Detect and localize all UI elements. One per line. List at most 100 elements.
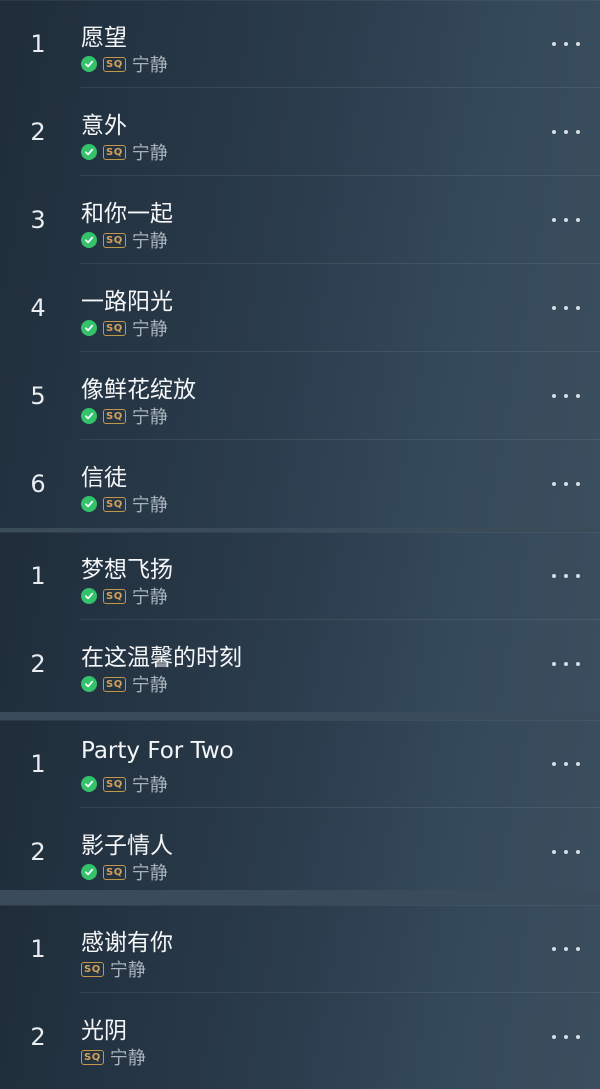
track-index: 1 xyxy=(30,30,46,58)
track-title: 像鲜花绽放 xyxy=(81,377,196,403)
more-options-icon[interactable] xyxy=(552,939,580,959)
track-index: 4 xyxy=(30,294,46,322)
track-meta: SQ 宁静 xyxy=(81,142,168,164)
track-index: 6 xyxy=(30,470,46,498)
track-meta: SQ 宁静 xyxy=(81,54,168,76)
track-index: 2 xyxy=(30,118,46,146)
track-row[interactable]: 1 愿望 SQ 宁静 xyxy=(0,0,600,88)
track-artist: 宁静 xyxy=(131,231,168,252)
sq-quality-badge: SQ xyxy=(103,408,126,424)
sq-quality-badge: SQ xyxy=(103,320,126,336)
track-title: 影子情人 xyxy=(81,833,173,859)
downloaded-check-icon xyxy=(81,232,97,248)
track-title: 梦想飞扬 xyxy=(81,557,173,583)
track-index: 3 xyxy=(30,206,46,234)
track-index: 5 xyxy=(30,382,46,410)
track-meta: SQ 宁静 xyxy=(81,674,168,696)
track-artist: 宁静 xyxy=(131,587,168,608)
more-options-icon[interactable] xyxy=(552,122,580,142)
track-title: 光阴 xyxy=(81,1018,127,1044)
more-options-icon[interactable] xyxy=(552,210,580,230)
track-index: 1 xyxy=(30,562,46,590)
more-options-icon[interactable] xyxy=(552,1027,580,1047)
track-row[interactable]: 5 像鲜花绽放 SQ 宁静 xyxy=(0,352,600,440)
track-artist: 宁静 xyxy=(131,407,168,428)
downloaded-check-icon xyxy=(81,864,97,880)
track-row[interactable]: 2 在这温馨的时刻 SQ 宁静 xyxy=(0,620,600,708)
album-section: 1 梦想飞扬 SQ 宁静 2 在这温馨的时刻 SQ 宁静 xyxy=(0,532,600,712)
downloaded-check-icon xyxy=(81,408,97,424)
sq-quality-badge: SQ xyxy=(103,676,126,692)
sq-quality-badge: SQ xyxy=(103,232,126,248)
sq-quality-badge: SQ xyxy=(103,56,126,72)
track-title: 和你一起 xyxy=(81,201,173,227)
track-title: 愿望 xyxy=(81,25,127,51)
track-row[interactable]: 2 影子情人 SQ 宁静 xyxy=(0,808,600,890)
track-list: 1 愿望 SQ 宁静 2 意外 SQ 宁静 3 和你一起 SQ 宁静 4 一路阳光 SQ 宁静 5 像鲜花绽放 SQ… xyxy=(0,0,600,1089)
downloaded-check-icon xyxy=(81,144,97,160)
more-options-icon[interactable] xyxy=(552,754,580,774)
sq-quality-badge: SQ xyxy=(81,961,104,977)
more-options-icon[interactable] xyxy=(552,298,580,318)
track-title: Party For Two xyxy=(81,738,234,764)
track-title: 一路阳光 xyxy=(81,289,173,315)
sq-quality-badge: SQ xyxy=(103,588,126,604)
track-artist: 宁静 xyxy=(131,675,168,696)
track-index: 1 xyxy=(30,935,46,963)
track-title: 感谢有你 xyxy=(81,930,173,956)
track-index: 1 xyxy=(30,750,46,778)
track-row[interactable]: 3 和你一起 SQ 宁静 xyxy=(0,176,600,264)
sq-quality-badge: SQ xyxy=(81,1049,104,1065)
track-artist: 宁静 xyxy=(109,960,146,981)
track-row[interactable]: 4 一路阳光 SQ 宁静 xyxy=(0,264,600,352)
section-separator xyxy=(0,888,600,905)
album-section: 1 愿望 SQ 宁静 2 意外 SQ 宁静 3 和你一起 SQ 宁静 4 一路阳光 SQ 宁静 5 像鲜花绽放 SQ… xyxy=(0,0,600,528)
more-options-icon[interactable] xyxy=(552,566,580,586)
more-options-icon[interactable] xyxy=(552,474,580,494)
downloaded-check-icon xyxy=(81,496,97,512)
downloaded-check-icon xyxy=(81,588,97,604)
track-meta: SQ 宁静 xyxy=(81,774,168,796)
track-meta: SQ 宁静 xyxy=(81,318,168,340)
track-row[interactable]: 2 意外 SQ 宁静 xyxy=(0,88,600,176)
track-meta: SQ 宁静 xyxy=(81,586,168,608)
track-artist: 宁静 xyxy=(131,55,168,76)
downloaded-check-icon xyxy=(81,320,97,336)
album-section: 1 Party For Two SQ 宁静 2 影子情人 SQ 宁静 xyxy=(0,720,600,890)
sq-quality-badge: SQ xyxy=(103,864,126,880)
track-meta: SQ 宁静 xyxy=(81,230,168,252)
track-artist: 宁静 xyxy=(131,775,168,796)
downloaded-check-icon xyxy=(81,776,97,792)
track-meta: SQ 宁静 xyxy=(81,494,168,516)
track-meta: SQ 宁静 xyxy=(81,862,168,884)
more-options-icon[interactable] xyxy=(552,842,580,862)
track-meta: SQ 宁静 xyxy=(81,959,146,981)
downloaded-check-icon xyxy=(81,56,97,72)
track-meta: SQ 宁静 xyxy=(81,1047,146,1069)
downloaded-check-icon xyxy=(81,676,97,692)
track-row[interactable]: 2 光阴 SQ 宁静 xyxy=(0,993,600,1081)
track-artist: 宁静 xyxy=(131,495,168,516)
track-row[interactable]: 6 信徒 SQ 宁静 xyxy=(0,440,600,528)
track-artist: 宁静 xyxy=(109,1048,146,1069)
sq-quality-badge: SQ xyxy=(103,776,126,792)
sq-quality-badge: SQ xyxy=(103,496,126,512)
track-artist: 宁静 xyxy=(131,319,168,340)
track-meta: SQ 宁静 xyxy=(81,406,168,428)
track-title: 信徒 xyxy=(81,465,127,491)
more-options-icon[interactable] xyxy=(552,654,580,674)
more-options-icon[interactable] xyxy=(552,386,580,406)
track-row[interactable]: 1 感谢有你 SQ 宁静 xyxy=(0,905,600,993)
more-options-icon[interactable] xyxy=(552,34,580,54)
track-index: 2 xyxy=(30,838,46,866)
track-title: 在这温馨的时刻 xyxy=(81,645,242,671)
track-row[interactable]: 1 梦想飞扬 SQ 宁静 xyxy=(0,532,600,620)
track-index: 2 xyxy=(30,1023,46,1051)
track-index: 2 xyxy=(30,650,46,678)
track-row[interactable]: 1 Party For Two SQ 宁静 xyxy=(0,720,600,808)
sq-quality-badge: SQ xyxy=(103,144,126,160)
track-artist: 宁静 xyxy=(131,143,168,164)
track-artist: 宁静 xyxy=(131,863,168,884)
track-title: 意外 xyxy=(81,113,127,139)
album-section: 1 感谢有你 SQ 宁静 2 光阴 SQ 宁静 xyxy=(0,905,600,1089)
